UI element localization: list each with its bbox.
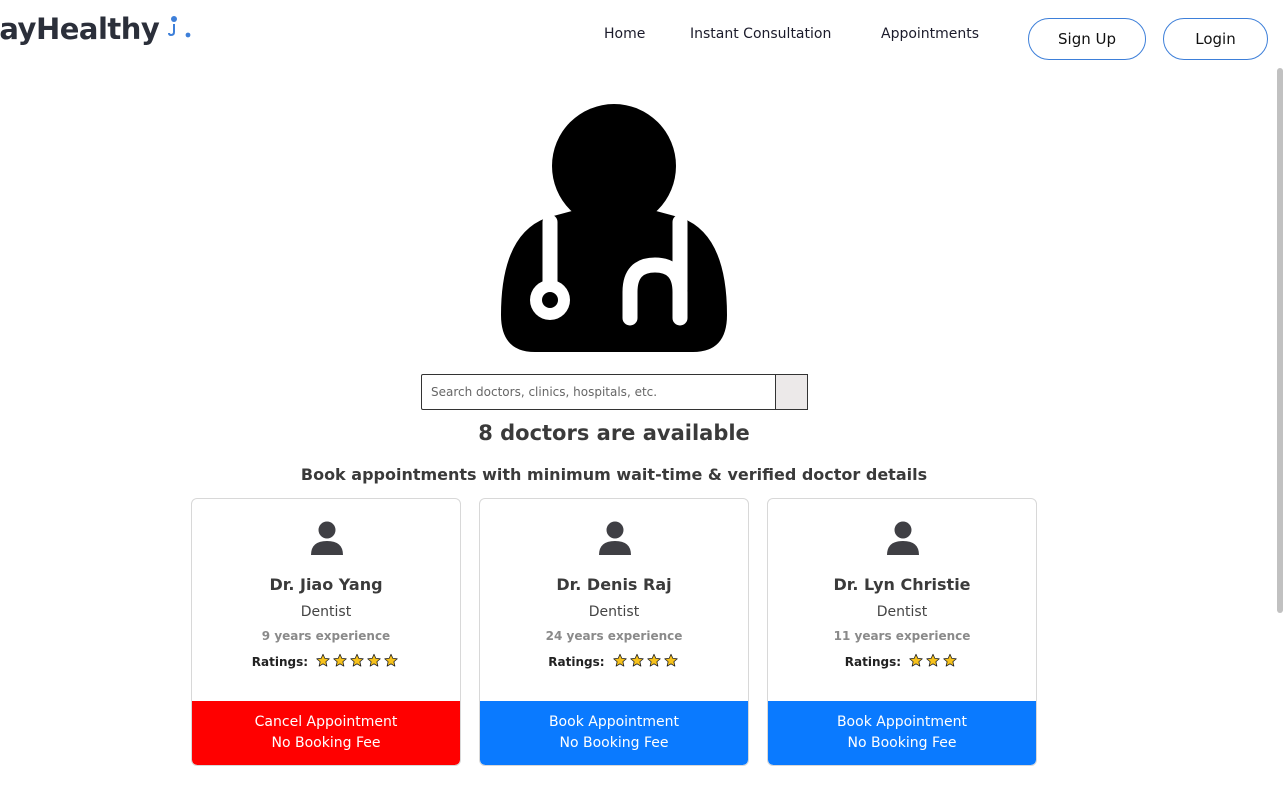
- nav-link-instant-consultation[interactable]: Instant Consultation: [690, 26, 831, 42]
- doctor-experience: 9 years experience: [261, 629, 391, 643]
- cancel-appointment-button[interactable]: Cancel Appointment No Booking Fee: [192, 701, 460, 765]
- ratings-label: Ratings:: [548, 655, 605, 669]
- star-icon: [315, 653, 331, 668]
- doctor-card-1: Dr. Jiao Yang Dentist 9 years experience…: [191, 498, 461, 766]
- rating-stars: [612, 653, 680, 671]
- doctor-speciality: Dentist: [876, 604, 928, 620]
- scrollbar-thumb[interactable]: [1277, 68, 1283, 613]
- appointment-button-label: Book Appointment: [836, 714, 968, 730]
- booking-fee-label: No Booking Fee: [559, 735, 669, 751]
- logo-text: tayHealthy: [0, 12, 160, 46]
- search-bar: [421, 374, 808, 410]
- doctor-name: Dr. Lyn Christie: [833, 575, 971, 594]
- book-appointment-button[interactable]: Book Appointment No Booking Fee: [768, 701, 1036, 765]
- booking-fee-label: No Booking Fee: [847, 735, 957, 751]
- doctor-card-3: Dr. Lyn Christie Dentist 11 years experi…: [767, 498, 1037, 766]
- person-stethoscope-icon: [166, 14, 196, 45]
- doctor-rating: Ratings:: [480, 653, 748, 671]
- rating-stars: [908, 653, 959, 671]
- star-icon: [332, 653, 348, 668]
- star-icon: [349, 653, 365, 668]
- star-icon: [942, 653, 958, 668]
- logo[interactable]: tayHealthy: [0, 12, 196, 56]
- star-icon: [366, 653, 382, 668]
- signup-label: Sign Up: [1058, 30, 1116, 48]
- doctor-rating: Ratings:: [192, 653, 460, 671]
- star-icon: [646, 653, 662, 668]
- book-appointment-button[interactable]: Book Appointment No Booking Fee: [480, 701, 748, 765]
- star-icon: [612, 653, 628, 668]
- login-button[interactable]: Login: [1163, 18, 1268, 60]
- doctor-card-2: Dr. Denis Raj Dentist 24 years experienc…: [479, 498, 749, 766]
- subtitle: Book appointments with minimum wait-time…: [300, 465, 928, 484]
- doctor-name: Dr. Jiao Yang: [269, 575, 383, 594]
- doctor-speciality: Dentist: [300, 604, 352, 620]
- person-icon: [884, 521, 922, 557]
- doctor-name: Dr. Denis Raj: [556, 575, 672, 594]
- doctor-speciality: Dentist: [588, 604, 640, 620]
- star-icon: [663, 653, 679, 668]
- ratings-label: Ratings:: [251, 655, 309, 669]
- login-label: Login: [1195, 30, 1236, 48]
- appointment-button-label: Book Appointment: [548, 714, 680, 730]
- star-icon: [925, 653, 941, 668]
- signup-button[interactable]: Sign Up: [1028, 18, 1146, 60]
- nav-link-home[interactable]: Home: [604, 26, 645, 42]
- booking-fee-label: No Booking Fee: [271, 735, 381, 751]
- star-icon: [383, 653, 399, 668]
- doctor-experience: 24 years experience: [545, 629, 683, 643]
- nav-link-appointments[interactable]: Appointments: [881, 26, 979, 42]
- ratings-label: Ratings:: [844, 655, 902, 669]
- doctor-experience: 11 years experience: [833, 629, 971, 643]
- person-icon: [596, 521, 634, 557]
- scrollbar[interactable]: [1276, 0, 1284, 790]
- doctors-available-heading: 8 doctors are available: [478, 421, 750, 445]
- star-icon: [908, 653, 924, 668]
- navbar: tayHealthy Home Instant Consultation App…: [0, 0, 1284, 78]
- rating-stars: [315, 653, 400, 671]
- star-icon: [629, 653, 645, 668]
- person-icon: [308, 521, 346, 557]
- appointment-button-label: Cancel Appointment: [254, 714, 398, 730]
- doctor-rating: Ratings:: [768, 653, 1036, 671]
- search-button[interactable]: [775, 374, 808, 410]
- doctor-stethoscope-icon: [498, 100, 730, 355]
- search-input[interactable]: [421, 374, 776, 410]
